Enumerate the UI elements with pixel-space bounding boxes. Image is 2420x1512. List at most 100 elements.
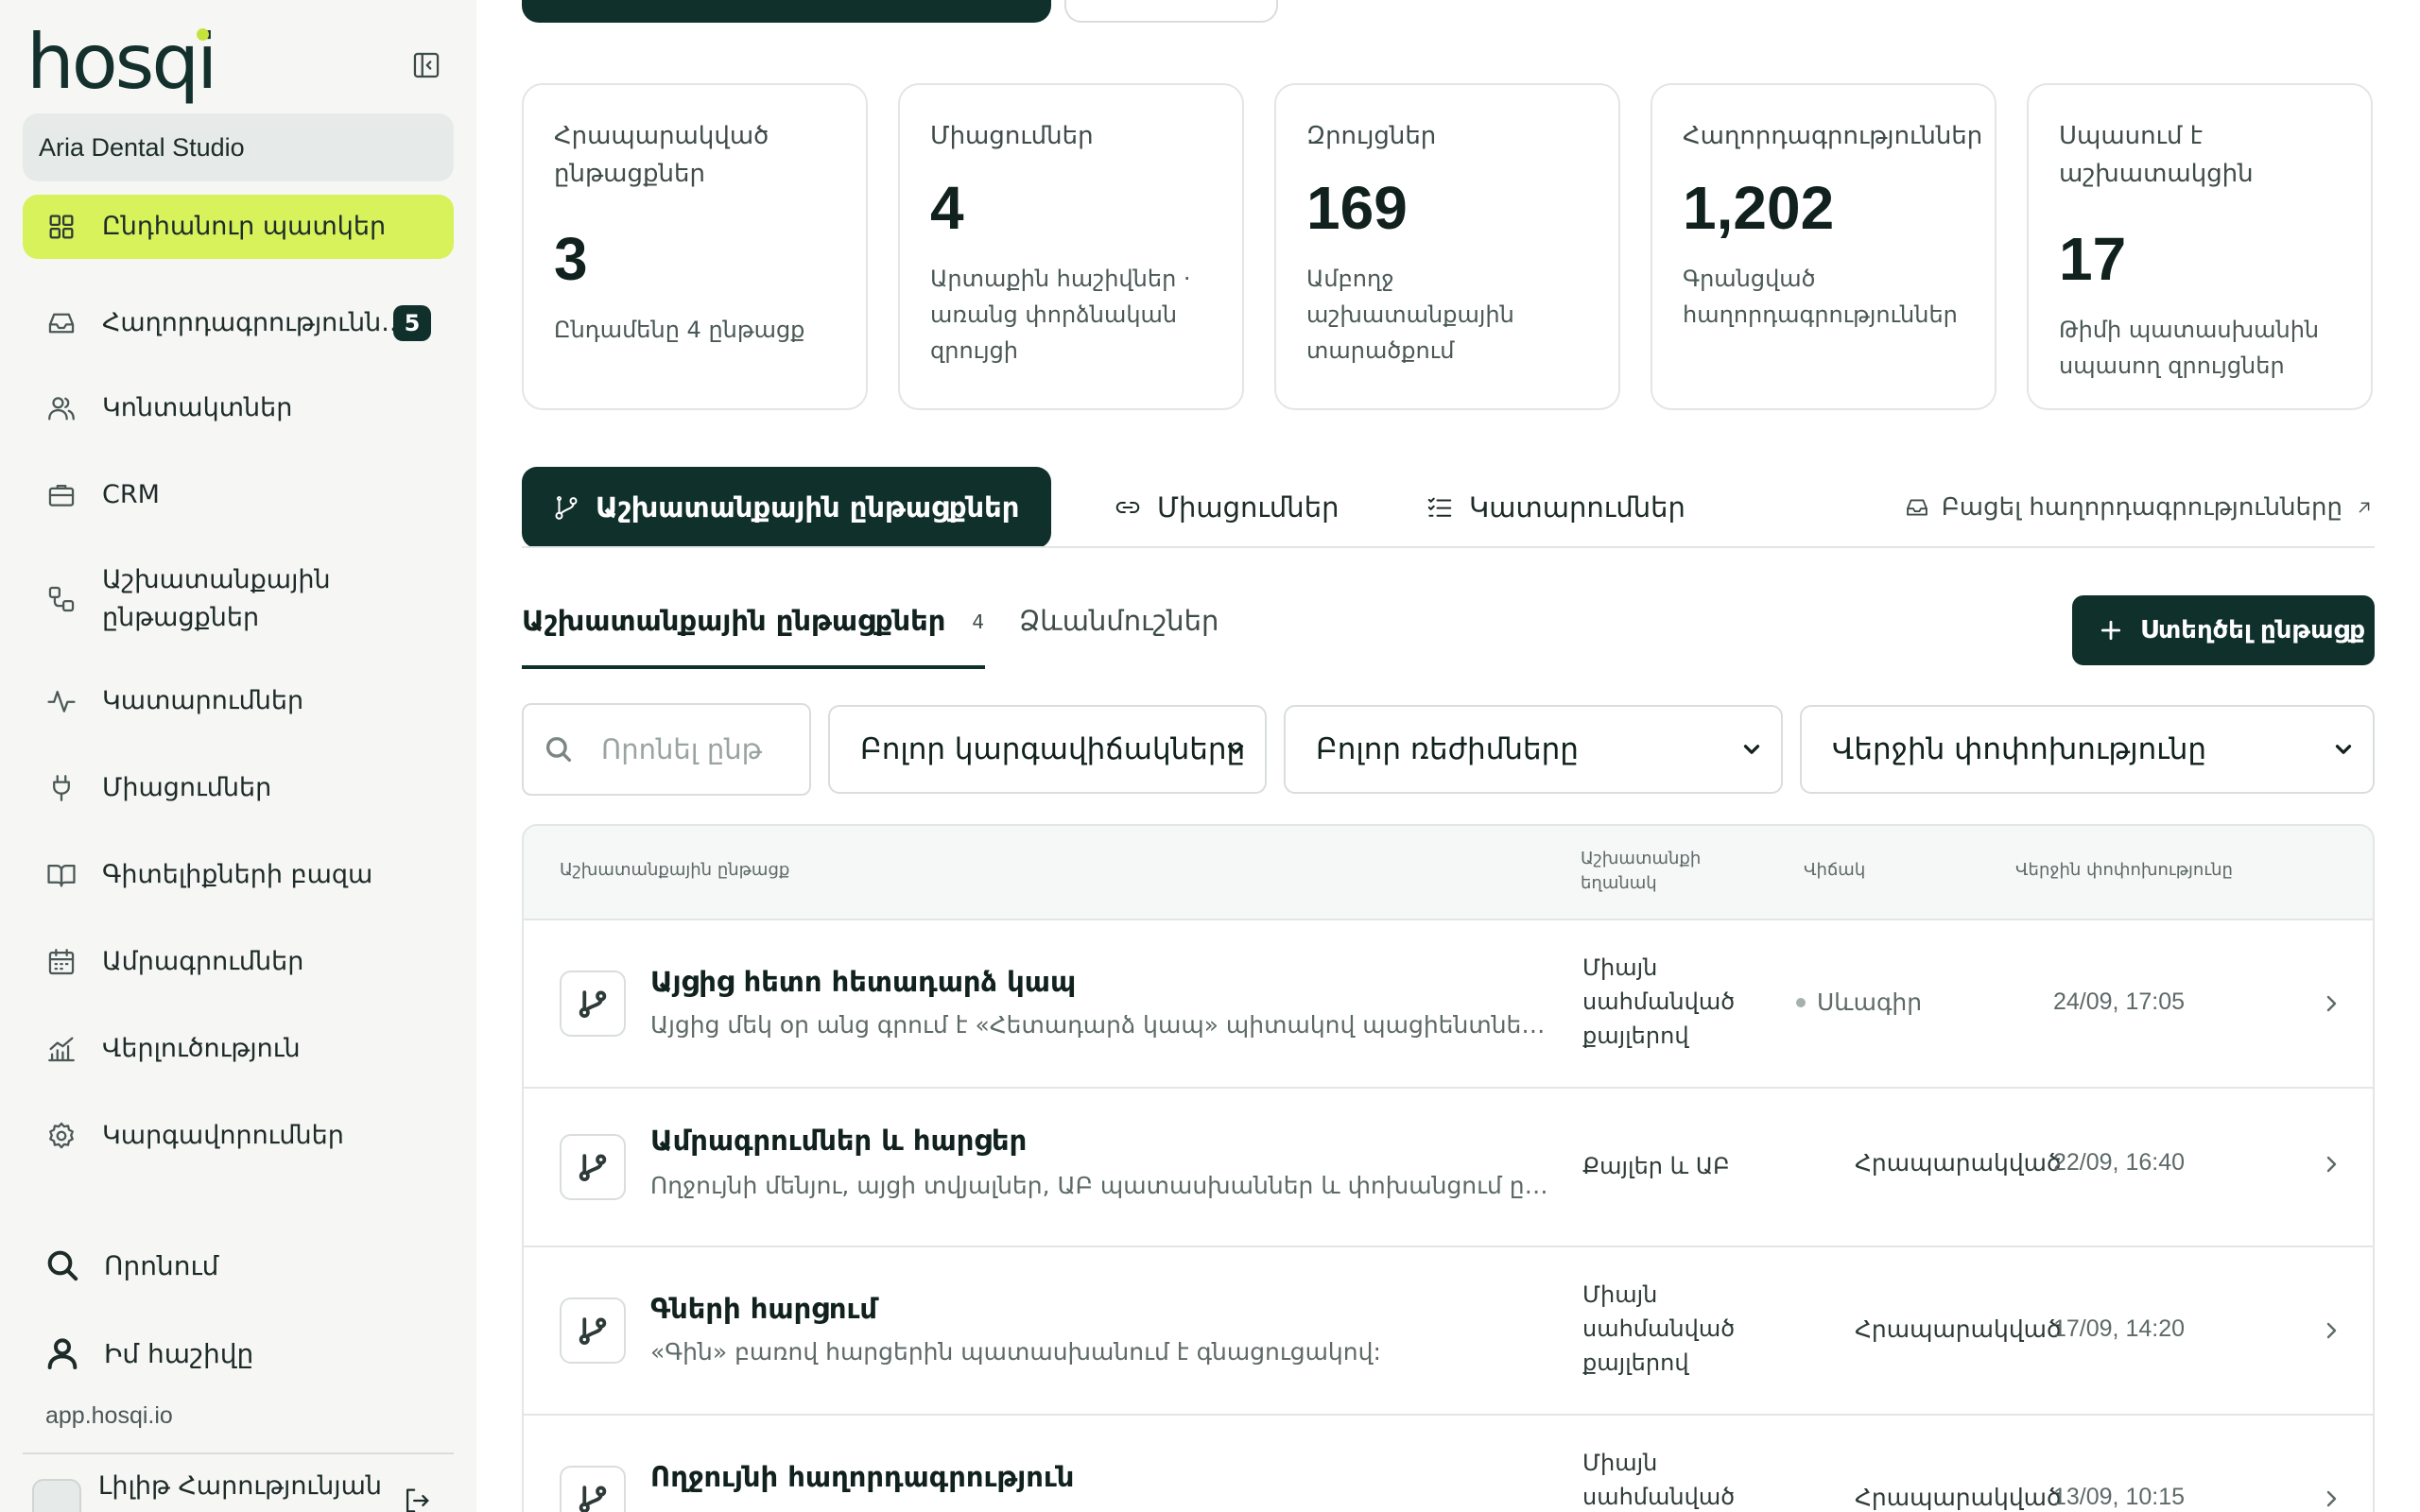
subtab-templates[interactable]: Ձևանմուշներ	[1019, 605, 1219, 637]
status-filter-value: Բոլոր կարգավիճակները	[860, 732, 1246, 766]
sidebar-item-label: Գիտելիքների բազա	[102, 860, 373, 889]
logout-icon[interactable]	[401, 1485, 435, 1512]
tab-runs[interactable]: Կատարումներ	[1426, 467, 1685, 548]
sidebar-item-crm[interactable]: CRM	[23, 463, 454, 527]
stat-subtitle: Ընդամենը 4 ընթացք	[554, 317, 805, 343]
workflow-branch-icon	[560, 1297, 626, 1364]
chevron-down-icon	[2331, 737, 2356, 762]
table-row[interactable]: Այցից հետո հետադարձ կապ Այցից մեկ օր անց…	[524, 920, 2373, 1089]
subtab-workflows[interactable]: Աշխատանքային ընթացքներ 4	[522, 605, 985, 671]
workflow-mode: Միայն սահմանված քայլերով	[1582, 1281, 1736, 1376]
column-header-status[interactable]: Վիճակ	[1804, 858, 1865, 883]
column-header-workflow[interactable]: Աշխատանքային ընթացք	[560, 858, 789, 883]
table-row[interactable]: Ամրագրումներ և հարցեր Ողջույնի մենյու, ա…	[524, 1089, 2373, 1247]
stat-value: 3	[554, 225, 588, 293]
sidebar-item-label: Միացումներ	[102, 773, 272, 802]
status-badge: Հրապարակված	[1855, 1149, 2062, 1177]
sidebar-item-settings[interactable]: Կարգավորումներ	[23, 1104, 454, 1168]
link-icon	[1114, 493, 1142, 522]
sidebar-divider	[23, 1452, 454, 1454]
logo-text: hosqi	[26, 18, 217, 106]
stat-title: Հաղորդագրություններ	[1683, 122, 1983, 150]
checklist-icon	[1426, 493, 1454, 522]
tab-label: Աշխատանքային ընթացքներ	[596, 491, 1020, 524]
user-profile[interactable]: Լիլիթ Հարությունյան	[23, 1469, 454, 1512]
stat-title: Հրապարակված ընթացքներ	[554, 122, 769, 188]
logo-dot	[197, 28, 209, 41]
sidebar-item-label: Կոնտակտներ	[102, 393, 293, 422]
sort-select[interactable]: Վերջին փոփոխությունը	[1800, 705, 2375, 794]
status-badge: Սևագիր	[1796, 988, 1922, 1016]
inbox-icon	[45, 307, 78, 339]
workspace-switcher[interactable]: Aria Dental Studio	[23, 113, 454, 181]
sidebar-item-integrations[interactable]: Միացումներ	[23, 756, 454, 820]
workflows-table: Աշխատանքային ընթացք Աշխատանքի եղանակ Վիճ…	[522, 824, 2375, 1512]
open-conversations-label: Բացել հաղորդագրությունները	[1941, 493, 2342, 522]
briefcase-icon	[45, 479, 78, 511]
sidebar-item-label: Աշխատանքային ընթացքներ	[102, 565, 331, 632]
sidebar: hosqi Aria Dental Studio Ընդհանուր պատկե…	[0, 0, 476, 1512]
workflow-branch-icon	[560, 971, 626, 1037]
workflow-search[interactable]	[522, 703, 811, 796]
sidebar-item-label: Կարգավորումներ	[102, 1121, 344, 1150]
sidebar-item-contacts[interactable]: Կոնտակտներ	[23, 376, 454, 440]
stat-card-published-workflows: Հրապարակված ընթացքներ 3 Ընդամենը 4 ընթաց…	[522, 83, 868, 410]
user-icon	[43, 1334, 81, 1372]
sidebar-item-bookings[interactable]: Ամրագրումներ	[23, 930, 454, 994]
stat-card-integrations: Միացումներ 4 Արտաքին հաշիվներ · առանց փո…	[898, 83, 1244, 410]
sidebar-collapse-icon[interactable]	[410, 49, 444, 83]
workflow-title: Գների հարցում	[650, 1293, 878, 1325]
table-row[interactable]: Գների հարցում «Գին» բառով հարցերին պատաս…	[524, 1247, 2373, 1416]
tab-workflows[interactable]: Աշխատանքային ընթացքներ	[522, 467, 1051, 548]
unread-count-badge: 5	[393, 305, 431, 341]
sidebar-item-label: Ընդհանուր պատկեր	[102, 212, 387, 241]
mode-filter-select[interactable]: Բոլոր ռեժիմները	[1284, 705, 1783, 794]
sidebar-item-label: Հաղորդագրությունն...	[102, 308, 406, 337]
chevron-right-icon[interactable]	[2320, 992, 2342, 1015]
sidebar-item-knowledge-base[interactable]: Գիտելիքների բազա	[23, 843, 454, 907]
sidebar-item-overview[interactable]: Ընդհանուր պատկեր	[23, 195, 454, 259]
external-link-icon	[2354, 497, 2375, 518]
workflow-mode: Միայն սահմանված քայլերով	[1582, 1450, 1736, 1510]
workflow-icon	[45, 583, 78, 615]
updated-at: 17/09, 14:20	[2053, 1315, 2186, 1342]
create-workflow-label: Ստեղծել ընթացք	[2140, 616, 2366, 644]
status-filter-select[interactable]: Բոլոր կարգավիճակները	[828, 705, 1267, 794]
stat-title: Զրույցներ	[1306, 122, 1437, 150]
chevron-right-icon[interactable]	[2320, 1153, 2342, 1176]
column-header-updated[interactable]: Վերջին փոփոխությունը	[2015, 858, 2233, 883]
sidebar-item-messages[interactable]: Հաղորդագրությունն... 5	[23, 291, 454, 355]
open-conversations-link[interactable]: Բացել հաղորդագրությունները	[1904, 488, 2375, 527]
chevron-down-icon	[1739, 737, 1764, 762]
table-row[interactable]: Ողջույնի հաղորդագրություն Միայն սահմանվա…	[524, 1416, 2373, 1512]
sidebar-item-label: Վերլուծություն	[102, 1034, 301, 1063]
search-input[interactable]	[601, 733, 771, 765]
workflow-branch-icon	[560, 1134, 626, 1200]
status-label: Հրապարակված	[1855, 1484, 2062, 1511]
chevron-right-icon[interactable]	[2320, 1319, 2342, 1342]
sidebar-item-runs[interactable]: Կատարումներ	[23, 669, 454, 733]
stat-card-awaiting-agent: Սպասում է աշխատակցին 17 Թիմի պատասխանին …	[2027, 83, 2373, 410]
plus-icon	[2099, 618, 2123, 643]
column-header-mode[interactable]: Աշխատանքի եղանակ	[1581, 847, 1703, 896]
sidebar-item-analytics[interactable]: Վերլուծություն	[23, 1017, 454, 1081]
chevron-right-icon[interactable]	[2320, 1487, 2342, 1510]
sidebar-item-workflows[interactable]: Աշխատանքային ընթացքներ	[23, 552, 454, 646]
search-label: Որոնում	[104, 1249, 219, 1281]
hosqi-logo[interactable]: hosqi	[26, 25, 217, 104]
workflow-mode: Միայն սահմանված քայլերով	[1582, 954, 1736, 1049]
stat-title: Սպասում է աշխատակցին	[2059, 122, 2254, 188]
workflow-description: Այցից մեկ օր անց գրում է «Հետադարձ կապ» …	[650, 1011, 1548, 1039]
header-primary-button[interactable]	[522, 0, 1051, 23]
header-secondary-button[interactable]	[1064, 0, 1278, 23]
updated-at: 22/09, 16:40	[2053, 1149, 2186, 1176]
updated-at: 13/09, 10:15	[2053, 1484, 2186, 1510]
sidebar-item-label: Կատարումներ	[102, 686, 304, 715]
updated-at: 24/09, 17:05	[2053, 988, 2186, 1015]
sidebar-search[interactable]: Որոնում	[43, 1242, 218, 1289]
my-account-link[interactable]: Իմ հաշիվը	[43, 1330, 253, 1377]
stat-value: 1,202	[1683, 174, 1835, 242]
tab-integrations[interactable]: Միացումներ	[1114, 467, 1339, 548]
sidebar-item-label: Ամրագրումներ	[102, 947, 304, 976]
create-workflow-button[interactable]: Ստեղծել ընթացք	[2072, 595, 2375, 665]
